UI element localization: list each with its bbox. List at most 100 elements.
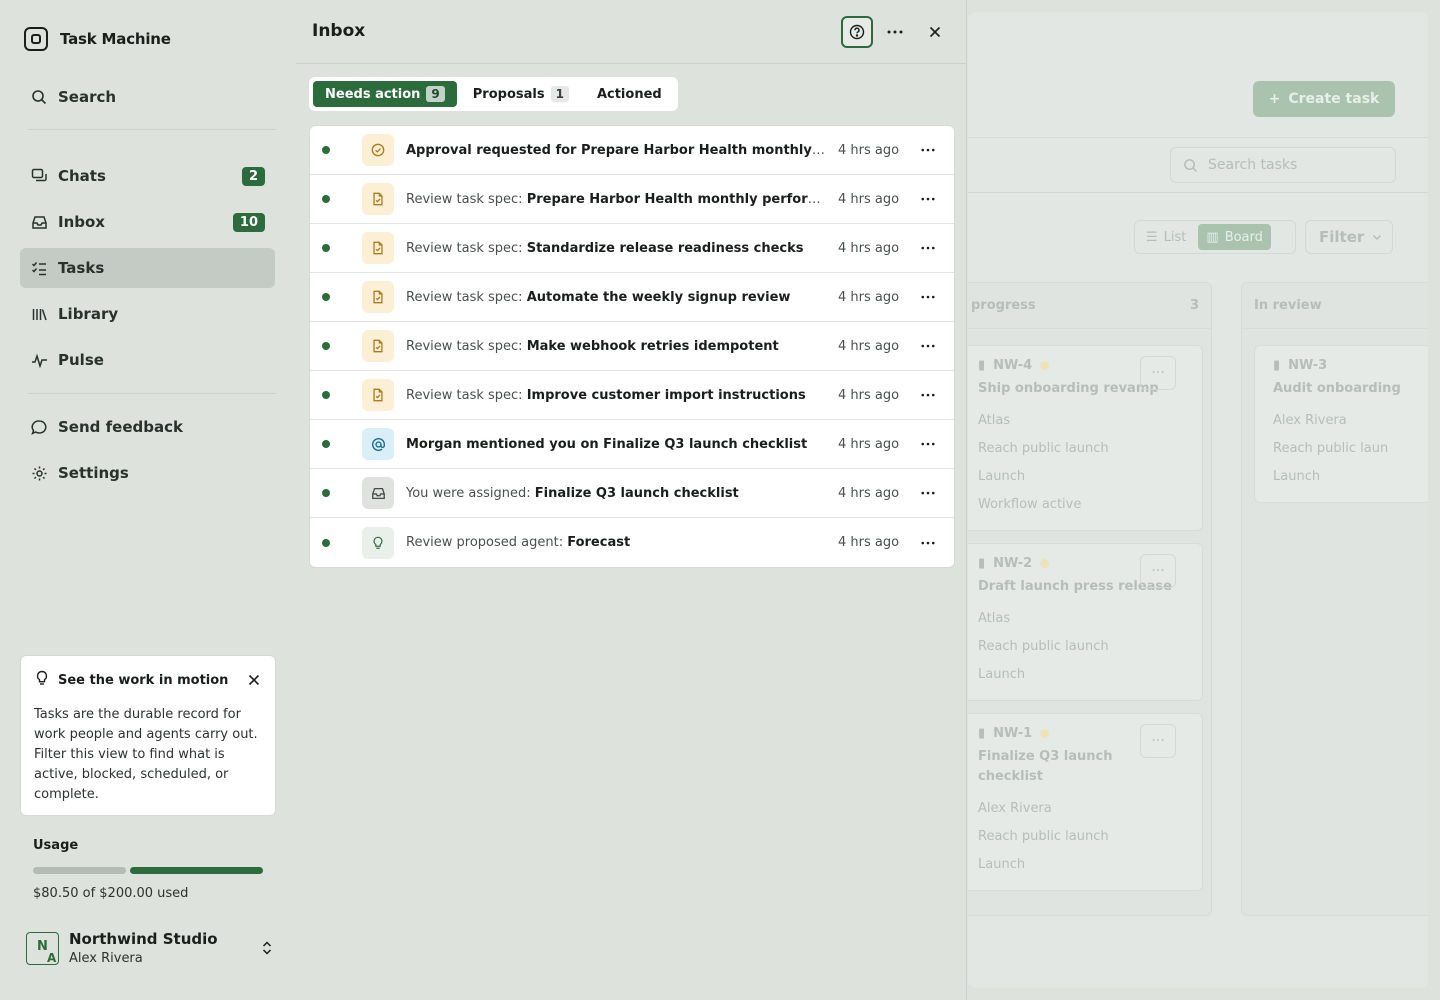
task-meta: Reach public launch <box>978 639 1109 654</box>
item-more-button[interactable] <box>916 148 940 152</box>
inbox-item-text: Morgan mentioned you on Finalize Q3 laun… <box>406 437 826 452</box>
close-icon <box>929 26 941 38</box>
sidebar-item-pulse[interactable]: Pulse <box>20 340 275 380</box>
search-icon <box>30 88 48 106</box>
chevron-up-down-icon[interactable] <box>258 939 276 957</box>
tasks-icon <box>30 259 48 277</box>
inbox-item[interactable]: Review task spec: Improve customer impor… <box>310 371 954 420</box>
item-more-button[interactable] <box>916 491 940 495</box>
inbox-item-text: Review proposed agent: Forecast <box>406 535 826 550</box>
help-button[interactable] <box>841 16 873 48</box>
sidebar-item-label: Pulse <box>58 351 104 369</box>
tab-actioned[interactable]: Actioned <box>585 81 674 107</box>
task-id: NW-2 <box>993 556 1033 571</box>
tab-label: Proposals <box>472 86 545 102</box>
card-more-button[interactable]: ··· <box>1140 356 1176 390</box>
unread-dot <box>322 489 330 497</box>
task-card[interactable]: ▮ NW-1 Finalize Q3 launch checklist Alex … <box>968 713 1203 891</box>
search-placeholder: Search tasks <box>1208 157 1298 173</box>
usage-meter <box>33 867 265 874</box>
inbox-item[interactable]: Review task spec: Automate the weekly si… <box>310 273 954 322</box>
inbox-item-prefix: Review proposed agent: <box>406 535 568 550</box>
inbox-item-subject: Prepare Harbor Health monthly performanc… <box>526 191 826 207</box>
inbox-item[interactable]: Morgan mentioned you on Finalize Q3 laun… <box>310 420 954 469</box>
org-avatar: N A <box>26 931 59 965</box>
send-feedback-button[interactable]: Send feedback <box>20 407 275 447</box>
inbox-close-button[interactable] <box>919 16 951 48</box>
brand[interactable]: Task Machine <box>24 27 171 51</box>
task-meta: Reach public launch <box>978 829 1109 844</box>
more-horizontal-icon <box>921 295 935 299</box>
inbox-more-button[interactable] <box>879 16 911 48</box>
item-more-button[interactable] <box>916 295 940 299</box>
inbox-item[interactable]: Approval requested for Prepare Harbor He… <box>310 126 954 175</box>
unread-dot <box>322 342 330 350</box>
item-more-button[interactable] <box>916 246 940 250</box>
view-list-button[interactable]: ☰ List <box>1138 224 1194 250</box>
sidebar-search[interactable]: Search <box>20 77 275 117</box>
inbox-item-subject: Morgan mentioned you on Finalize Q3 laun… <box>406 436 808 452</box>
sidebar-item-tasks[interactable]: Tasks <box>20 248 275 288</box>
sidebar-item-library[interactable]: Library <box>20 294 275 334</box>
inbox-item[interactable]: Review task spec: Make webhook retries i… <box>310 322 954 371</box>
tip-close-button[interactable] <box>246 672 262 688</box>
task-meta: Alex Rivera <box>978 801 1052 816</box>
card-more-button[interactable]: ··· <box>1140 724 1176 758</box>
task-card[interactable]: ▮ NW-3 Audit onboarding Alex Rivera Reach… <box>1254 345 1428 503</box>
lightbulb-icon <box>34 670 50 690</box>
inbox-item-prefix: Review task spec: <box>406 387 527 403</box>
item-more-button[interactable] <box>916 393 940 397</box>
column-title: In review <box>1254 298 1322 313</box>
task-meta: Launch <box>1273 469 1321 484</box>
view-board-label: Board <box>1224 229 1263 245</box>
sidebar-item-chats[interactable]: Chats 2 <box>20 156 275 196</box>
task-card[interactable]: ▮ NW-2 Draft launch press release Atlas R… <box>968 543 1203 701</box>
tab-label: Needs action <box>325 86 421 102</box>
inbox-item-text: Review task spec: Make webhook retries i… <box>406 339 826 354</box>
tab-proposals[interactable]: Proposals 1 <box>461 81 581 107</box>
sidebar-item-label: Inbox <box>58 213 105 231</box>
task-card[interactable]: ▮ NW-4 Ship onboarding revamp Atlas Reach… <box>968 345 1203 531</box>
avatar-initial: A <box>47 950 57 965</box>
inbox-tabs: Needs action 9 Proposals 1 Actioned <box>309 77 678 111</box>
create-task-button[interactable]: + Create task <box>1253 81 1395 117</box>
view-board-button[interactable]: ▥ Board <box>1198 224 1271 250</box>
org-switcher[interactable]: N A Northwind Studio Alex Rivera <box>26 930 276 966</box>
item-more-button[interactable] <box>916 442 940 446</box>
settings-button[interactable]: Settings <box>20 453 275 493</box>
task-meta: Atlas <box>978 611 1011 626</box>
search-tasks-input[interactable]: Search tasks <box>1170 147 1396 183</box>
card-more-button[interactable]: ··· <box>1140 554 1176 588</box>
inbox-item-subject: Standardize release readiness checks <box>526 240 804 256</box>
status-dot <box>1040 729 1050 738</box>
inbox-item-time: 4 hrs ago <box>838 142 900 158</box>
task-meta: Reach public laun <box>1273 441 1389 456</box>
tip-title: See the work in motion <box>58 672 229 688</box>
task-meta: Launch <box>978 469 1026 484</box>
inbox-item[interactable]: Review proposed agent: Forecast 4 hrs ago <box>310 518 954 567</box>
column-title: progress <box>971 298 1036 313</box>
item-more-button[interactable] <box>916 344 940 348</box>
more-horizontal-icon <box>921 246 935 250</box>
at-mention-icon <box>362 428 394 460</box>
sidebar-divider <box>28 393 276 394</box>
task-meta: Reach public launch <box>978 441 1109 456</box>
view-list-label: List <box>1163 229 1187 245</box>
item-more-button[interactable] <box>916 541 940 545</box>
inbox-item[interactable]: Review task spec: Standardize release re… <box>310 224 954 273</box>
board-icon: ▥ <box>1206 229 1219 245</box>
close-icon <box>248 674 260 686</box>
unread-dot <box>322 195 330 203</box>
task-meta: Alex Rivera <box>1273 413 1347 428</box>
inbox-item[interactable]: You were assigned: Finalize Q3 launch ch… <box>310 469 954 518</box>
more-horizontal-icon <box>921 197 935 201</box>
inbox-item-subject: Improve customer import instructions <box>526 387 806 403</box>
filter-button[interactable]: Filter <box>1305 220 1393 254</box>
sidebar-item-inbox[interactable]: Inbox 10 <box>20 202 275 242</box>
item-more-button[interactable] <box>916 197 940 201</box>
tip-body: Tasks are the durable record for work pe… <box>34 707 258 802</box>
inbox-item[interactable]: Review task spec: Prepare Harbor Health … <box>310 175 954 224</box>
unread-dot <box>322 244 330 252</box>
tab-needs-action[interactable]: Needs action 9 <box>313 81 457 107</box>
gear-icon <box>30 464 48 482</box>
